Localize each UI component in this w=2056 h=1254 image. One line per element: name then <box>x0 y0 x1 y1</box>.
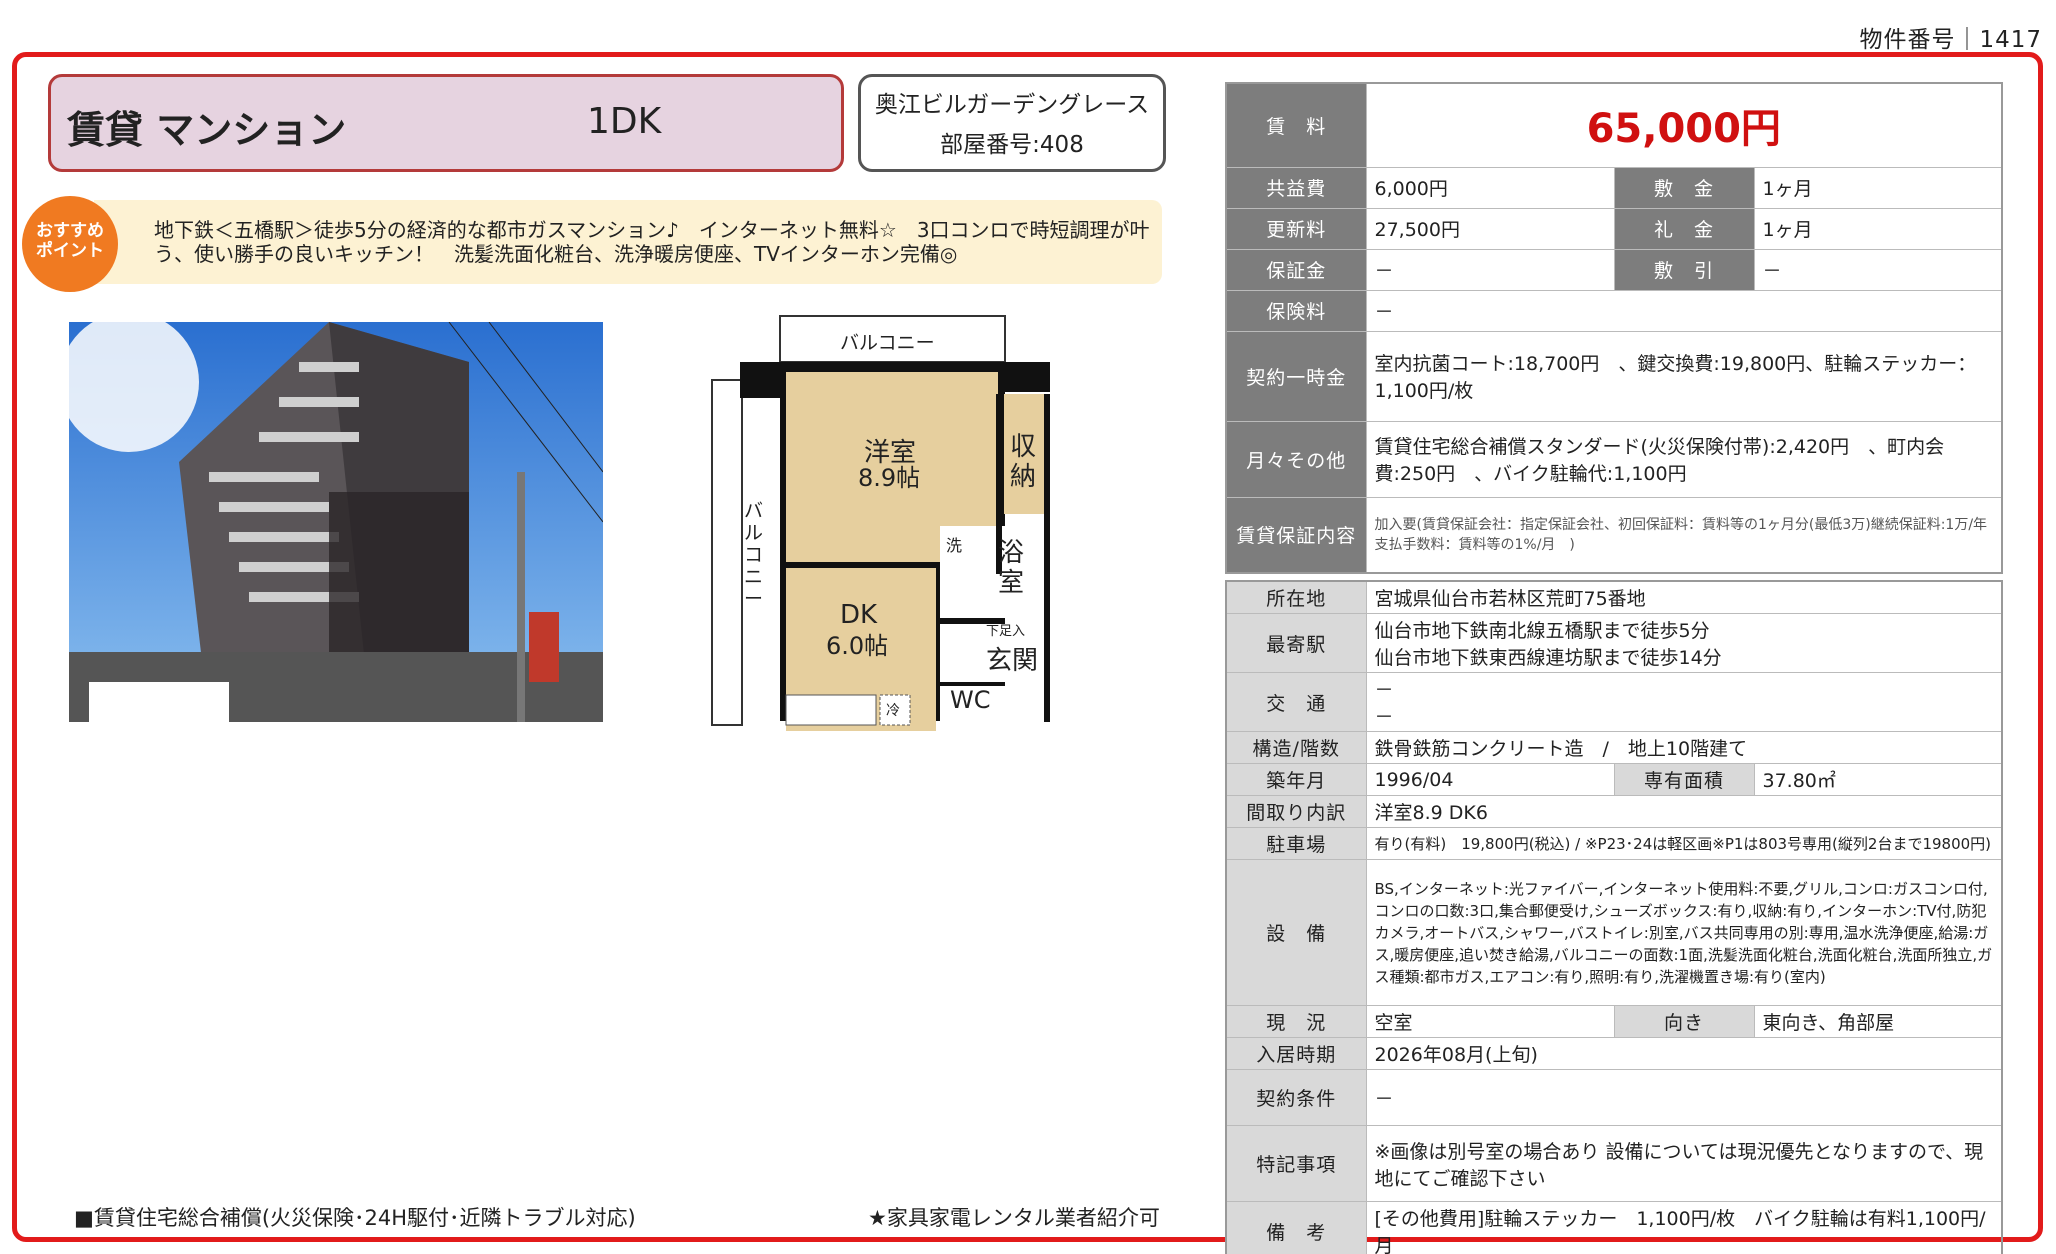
structure-label: 構造/階数 <box>1225 731 1367 764</box>
renewal-fee-label: 更新料 <box>1225 207 1367 250</box>
rent-label: 賃 料 <box>1225 82 1367 168</box>
layout-type: 1DK <box>587 101 662 142</box>
notes-value: ※画像は別号室の場合あり 設備については現況優先となりますので、現地にてご確認下… <box>1365 1125 2003 1202</box>
layout-breakdown-label: 間取り内訳 <box>1225 795 1367 828</box>
monthly-other-label: 月々その他 <box>1225 420 1367 498</box>
building-name-box: 奥江ビルガーデングレース 部屋番号:408 <box>858 74 1166 172</box>
transit-2: － <box>1374 706 1394 728</box>
footer-insurance-note: ■賃貸住宅総合補償(火災保険･24H駆付･近隣トラブル対応) <box>74 1206 636 1230</box>
deposit-label: 敷 金 <box>1613 166 1755 209</box>
deposit-deduct-value: － <box>1753 248 2003 291</box>
footer-rental-note: ★家具家電レンタル業者紹介可 <box>868 1206 1160 1230</box>
transit-label: 交 通 <box>1225 672 1367 732</box>
storage-label: 収納 <box>1010 432 1037 492</box>
recommend-badge: おすすめ ポイント <box>22 196 118 292</box>
parking-value: 有り(有料) 19,800円(税込) / ※P23･24は軽区画※P1は803号… <box>1365 827 2003 860</box>
built-value: 1996/04 <box>1365 763 1615 796</box>
onetime-fee-label: 契約一時金 <box>1225 330 1367 422</box>
balcony-side-label: バルコニー <box>744 500 764 610</box>
shoe-box-label: 下足入 <box>986 624 1026 639</box>
monthly-other-value: 賃貸住宅総合補償スタンダード(火災保険付帯):2,420円 、町内会費:250円… <box>1365 420 2003 498</box>
insurance-value: － <box>1365 289 2003 332</box>
station-label: 最寄駅 <box>1225 613 1367 673</box>
status-value: 空室 <box>1365 1005 1615 1038</box>
entrance-label: 玄関 <box>986 646 1039 676</box>
equipment-label: 設 備 <box>1225 859 1367 1006</box>
station-1: 仙台市地下鉄南北線五橋駅まで徒歩5分 <box>1374 620 1710 642</box>
badge-line1: おすすめ <box>36 221 104 241</box>
property-type: 賃貸 マンション <box>67 108 347 152</box>
key-money-label: 礼 金 <box>1613 207 1755 250</box>
guarantor-value: 加入要(賃貸保証会社：指定保証会社、初回保証料：賃料等の1ヶ月分(最低3万)継続… <box>1365 496 2003 574</box>
facing-value: 東向き、角部屋 <box>1753 1005 2003 1038</box>
layout-breakdown-value: 洋室8.9 DK6 <box>1365 795 2003 828</box>
building-name: 奥江ビルガーデングレース <box>874 92 1150 118</box>
property-number: 物件番号｜1417 <box>1859 27 2042 53</box>
guarantee-label: 保証金 <box>1225 248 1367 291</box>
room-number: 部屋番号:408 <box>940 132 1084 158</box>
balcony-top-label: バルコニー <box>840 332 935 354</box>
floor-plan: バルコニー バルコニー 洋室 8.9帖 収納 DK 6.0帖 洗 浴室 下足入 … <box>700 310 1100 740</box>
dk-size: 6.0帖 <box>826 632 889 660</box>
conditions-value: － <box>1365 1069 2003 1126</box>
western-room-size: 8.9帖 <box>858 464 921 492</box>
details-table: 所在地 宮城県仙台市若林区荒町75番地 最寄駅 仙台市地下鉄南北線五橋駅まで徒歩… <box>1225 580 2004 1254</box>
badge-line2: ポイント <box>36 241 104 261</box>
area-label: 専有面積 <box>1613 763 1755 796</box>
insurance-label: 保険料 <box>1225 289 1367 332</box>
rent-value: 65,000円 <box>1365 82 2003 168</box>
fee-table: 賃 料 65,000円 共益費 6,000円 敷 金 1ヶ月 更新料 27,50… <box>1225 82 2004 574</box>
title-box: 賃貸 マンション 1DK <box>48 74 844 172</box>
key-money-value: 1ヶ月 <box>1753 207 2003 250</box>
address-label: 所在地 <box>1225 580 1367 614</box>
movein-label: 入居時期 <box>1225 1037 1367 1070</box>
structure-value: 鉄骨鉄筋コンクリート造 / 地上10階建て <box>1365 731 2003 764</box>
common-fee-value: 6,000円 <box>1365 166 1615 209</box>
wc-label: WC <box>950 686 991 714</box>
equipment-value: BS,インターネット:光ファイバー,インターネット使用料:不要,グリル,コンロ:… <box>1365 859 2003 1006</box>
built-label: 築年月 <box>1225 763 1367 796</box>
status-label: 現 況 <box>1225 1005 1367 1038</box>
wash-label: 洗 <box>946 536 963 555</box>
address-value: 宮城県仙台市若林区荒町75番地 <box>1365 580 2003 614</box>
deposit-deduct-label: 敷 引 <box>1613 248 1755 291</box>
onetime-fee-value: 室内抗菌コート:18,700円 、鍵交換費:19,800円、駐輪ステッカー：1,… <box>1365 330 2003 422</box>
recommend-box: 地下鉄＜五橋駅＞徒歩5分の経済的な都市ガスマンション♪ インターネット無料☆ 3… <box>94 200 1162 284</box>
area-value: 37.80㎡ <box>1753 763 2003 796</box>
guarantee-value: － <box>1365 248 1615 291</box>
parking-label: 駐車場 <box>1225 827 1367 860</box>
station-2: 仙台市地下鉄東西線連坊駅まで徒歩14分 <box>1374 647 1722 669</box>
movein-value: 2026年08月(上旬) <box>1365 1037 2003 1070</box>
guarantor-label: 賃貸保証内容 <box>1225 496 1367 574</box>
notes-label: 特記事項 <box>1225 1125 1367 1202</box>
recommend-text: 地下鉄＜五橋駅＞徒歩5分の経済的な都市ガスマンション♪ インターネット無料☆ 3… <box>154 218 1150 266</box>
transit-1: － <box>1374 679 1394 701</box>
building-photo <box>69 322 603 722</box>
remarks-label: 備 考 <box>1225 1201 1367 1254</box>
fridge-label: 冷 <box>886 703 900 719</box>
deposit-value: 1ヶ月 <box>1753 166 2003 209</box>
common-fee-label: 共益費 <box>1225 166 1367 209</box>
remarks-value: [その他費用]駐輪ステッカー 1,100円/枚 バイク駐輪は有料1,100円/月 <box>1365 1201 2003 1254</box>
bath-label: 浴室 <box>998 538 1025 598</box>
conditions-label: 契約条件 <box>1225 1069 1367 1126</box>
facing-label: 向き <box>1613 1005 1755 1038</box>
renewal-fee-value: 27,500円 <box>1365 207 1615 250</box>
